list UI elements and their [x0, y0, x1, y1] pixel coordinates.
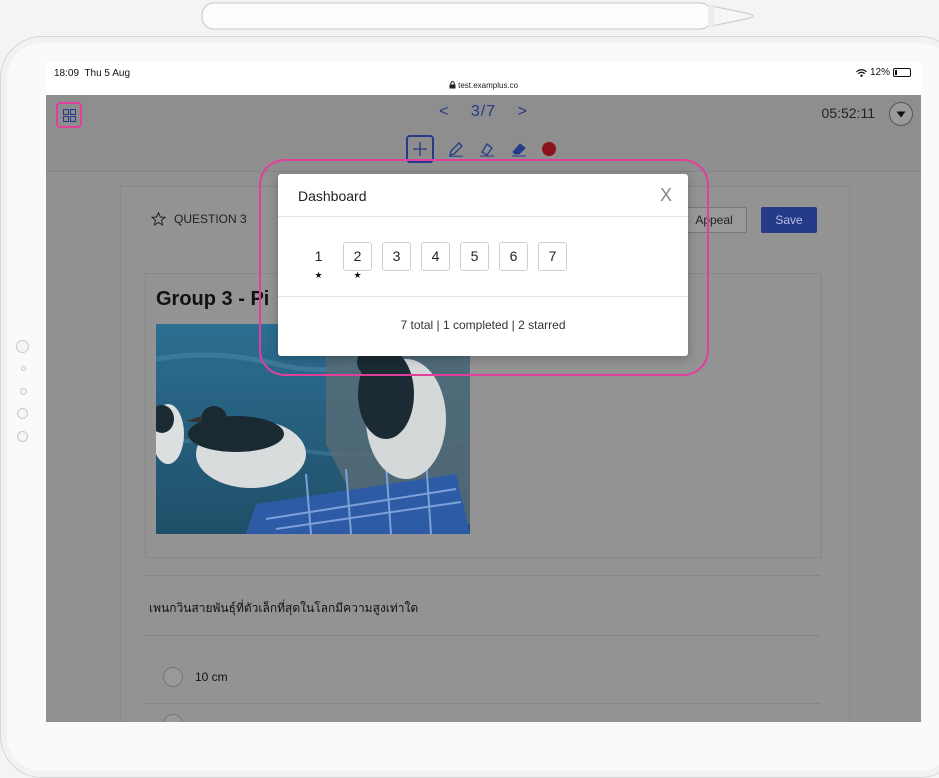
status-date: Thu 5 Aug [84, 68, 131, 79]
eraser-icon[interactable] [510, 141, 528, 157]
divider [145, 703, 820, 704]
camera-dot [16, 340, 29, 353]
option-label: 10 cm [195, 670, 228, 684]
move-icon [413, 142, 427, 156]
chevron-down-icon [896, 111, 906, 117]
exam-timer: 05:52:11 [821, 105, 875, 121]
battery-percent: 12% [869, 67, 890, 78]
page-indicator: 3/7 [470, 103, 497, 120]
prev-question-button[interactable]: < [439, 103, 449, 120]
question-navigator: < 3/7 > [46, 103, 921, 121]
battery-icon [893, 68, 911, 77]
side-button [17, 408, 28, 419]
timer-menu-button[interactable] [889, 102, 913, 126]
option-radio[interactable] [163, 667, 183, 687]
group-title: Group 3 - Pi [156, 288, 270, 310]
status-time: 18:09 [54, 68, 80, 79]
address-bar[interactable]: test.examplus.co [46, 81, 921, 90]
option-radio[interactable] [163, 714, 183, 722]
question-header: QUESTION 3 [174, 212, 247, 226]
highlighter-icon[interactable] [478, 141, 496, 157]
lock-icon [449, 81, 456, 89]
question-prompt: เพนกวินสายพันธุ์ที่ตัวเล็กที่สุดในโลกมีค… [149, 601, 419, 615]
answer-option[interactable]: 10 cm [163, 667, 228, 687]
dashboard-highlight [259, 159, 709, 376]
wifi-icon [856, 68, 867, 77]
sensor-dot [21, 366, 26, 371]
side-button [17, 431, 28, 442]
star-outline-icon[interactable] [151, 212, 166, 226]
apple-pencil [201, 2, 754, 30]
divider [145, 635, 820, 636]
sensor-dot [20, 388, 27, 395]
record-dot-icon[interactable] [542, 142, 556, 156]
url-text: test.examplus.co [458, 81, 519, 90]
save-button[interactable]: Save [761, 207, 817, 233]
next-question-button[interactable]: > [518, 103, 528, 120]
status-bar: 18:09 Thu 5 Aug test.examplus.co 12% [46, 62, 921, 95]
divider [145, 575, 820, 576]
pencil-icon[interactable] [448, 141, 464, 157]
